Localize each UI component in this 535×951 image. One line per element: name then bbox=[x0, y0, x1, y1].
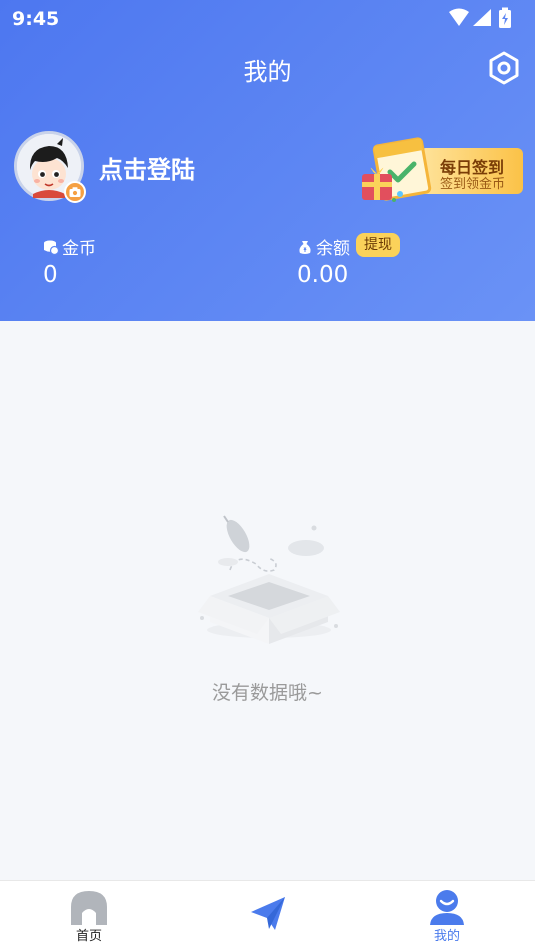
withdraw-button[interactable]: 提现 bbox=[356, 233, 400, 257]
tab-publish[interactable] bbox=[208, 881, 328, 951]
money-bag-icon bbox=[299, 240, 311, 254]
calendar-gift-icon bbox=[362, 137, 432, 202]
page-title: 我的 bbox=[243, 58, 292, 86]
paper-plane-icon bbox=[251, 897, 285, 930]
daily-signin-card[interactable]: 每日签到 签到领金币 bbox=[360, 136, 525, 206]
balance-value: 0.00 bbox=[297, 262, 349, 288]
empty-box-illustration bbox=[198, 515, 340, 644]
balance-label: 余额 bbox=[297, 234, 350, 259]
status-bar: 9:45 bbox=[0, 0, 535, 36]
tab-mine[interactable]: 我的 bbox=[387, 881, 507, 951]
bottom-tab-bar: 首页 我的 bbox=[0, 880, 535, 951]
coins-value: 0 bbox=[43, 262, 58, 288]
tab-home-label: 首页 bbox=[75, 929, 102, 944]
tab-mine-label: 我的 bbox=[433, 929, 460, 944]
status-time: 9:45 bbox=[12, 8, 60, 30]
wifi-icon bbox=[449, 8, 469, 26]
coins-icon bbox=[44, 240, 59, 255]
user-icon bbox=[430, 890, 464, 925]
camera-badge[interactable] bbox=[64, 181, 86, 203]
login-link[interactable]: 点击登陆 bbox=[99, 150, 195, 185]
empty-state-message: 没有数据哦~ bbox=[212, 682, 323, 704]
daily-signin-subtitle: 签到领金币 bbox=[440, 177, 506, 192]
balance-label-text: 余额 bbox=[316, 239, 350, 259]
status-icons bbox=[449, 7, 511, 28]
home-icon bbox=[71, 891, 107, 925]
tab-home[interactable]: 首页 bbox=[29, 881, 149, 951]
camera-icon bbox=[69, 187, 81, 197]
coins-label: 金币 bbox=[43, 234, 96, 259]
cellular-signal-icon bbox=[473, 9, 491, 26]
battery-icon bbox=[499, 7, 511, 28]
settings-icon[interactable] bbox=[486, 50, 522, 86]
profile-header: 9:45 我的 点击登陆 每日签到 签到领金币 金币 0 余额 提现 0.00 bbox=[0, 0, 535, 321]
coins-label-text: 金币 bbox=[62, 239, 96, 259]
